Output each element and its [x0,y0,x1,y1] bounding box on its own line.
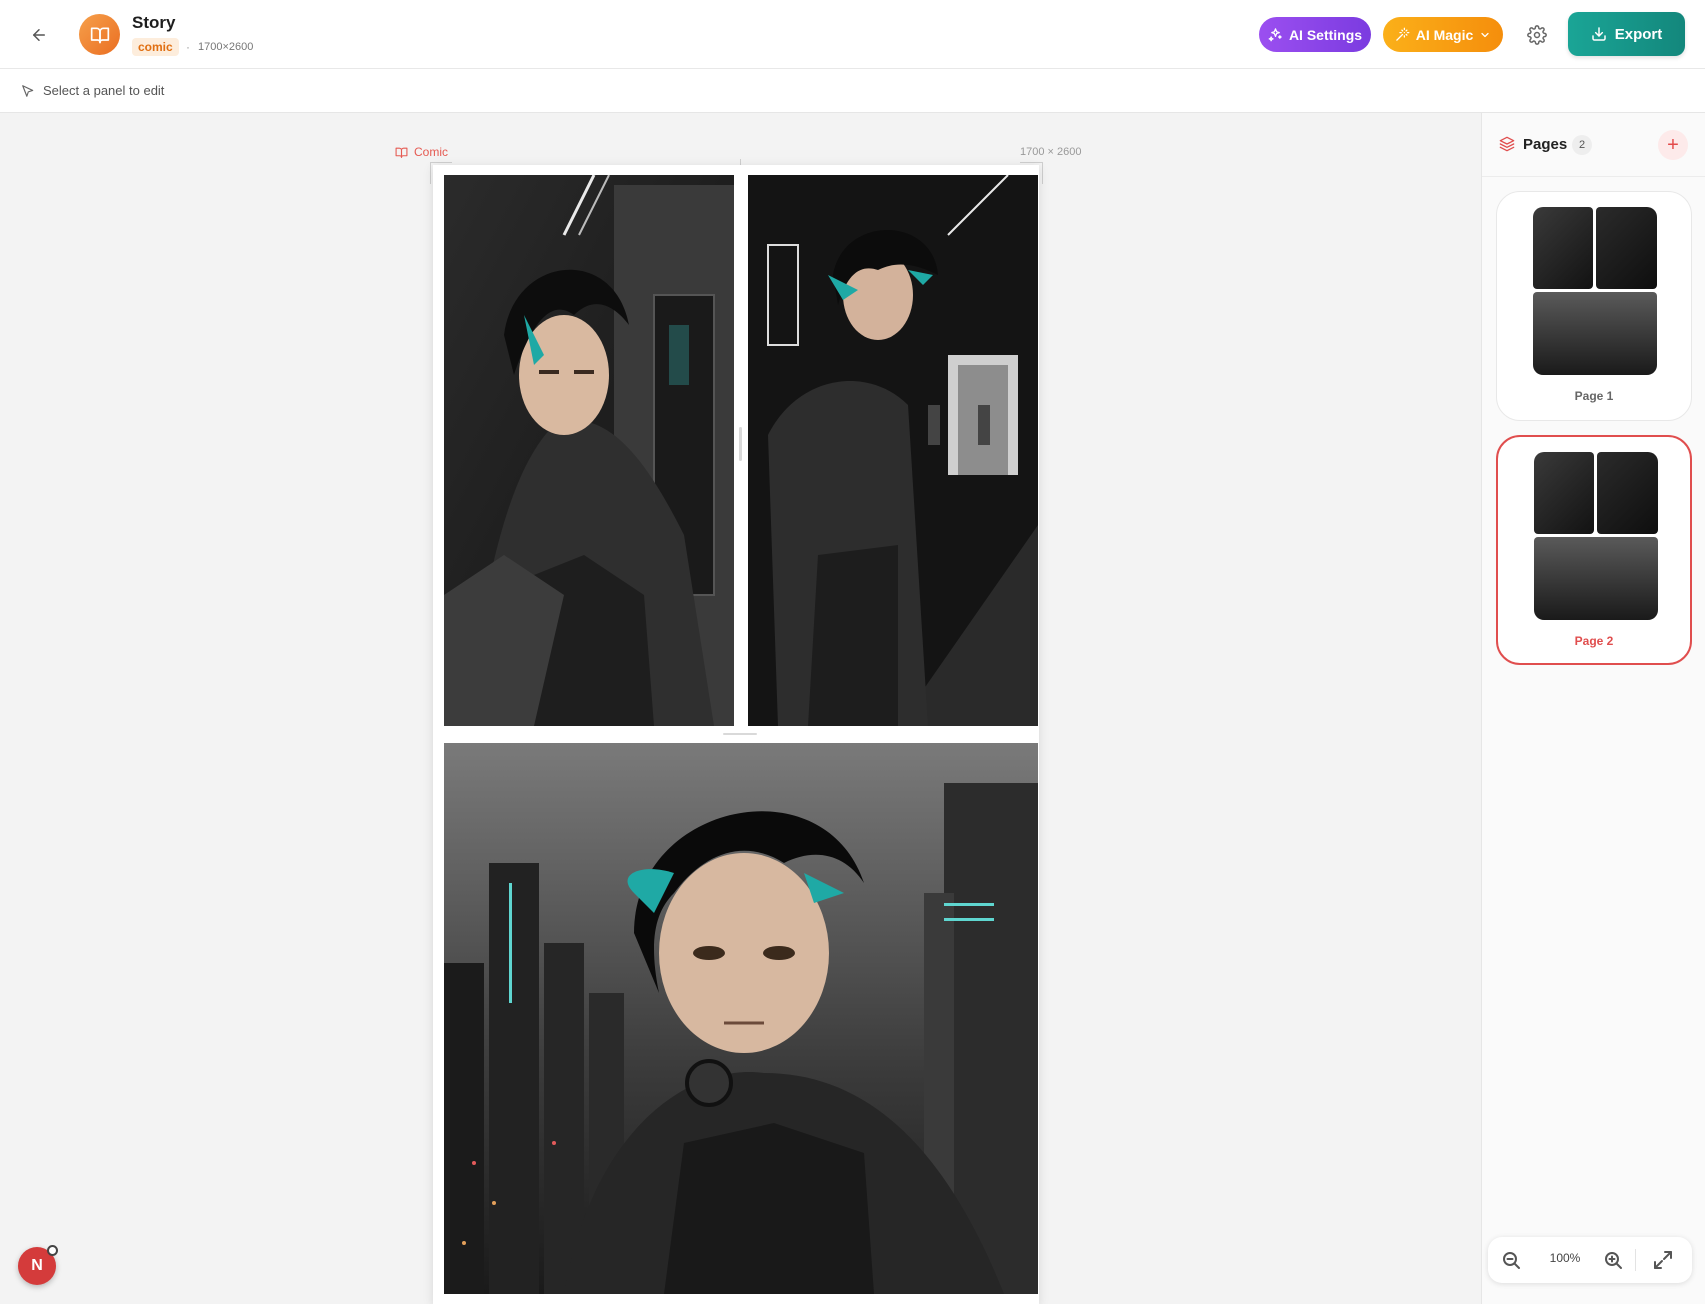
canvas-area[interactable]: Comic 1700 × 2600 [0,113,1481,1304]
zoom-control: 100% [1488,1237,1692,1283]
page-thumbnail-image [1533,207,1657,375]
comic-panel-1[interactable] [444,175,734,726]
thumbnail-panel [1596,207,1657,289]
document-title: Story [132,13,176,32]
top-bar: Story comic · 1700×2600 AI Settings AI M… [0,0,1705,69]
page-thumbnail-image [1534,452,1658,620]
thumbnail-panel [1534,537,1658,620]
toolbar-hint-text: Select a panel to edit [43,83,165,98]
zoom-in-button[interactable] [1601,1248,1625,1272]
crop-mark [430,162,431,184]
meta-separator: · [186,40,190,54]
pages-title: Pages [1523,136,1568,153]
notification-dot [47,1245,58,1256]
sparkles-icon [1268,28,1282,42]
document-type-badge: comic [132,38,179,56]
fullscreen-button[interactable] [1651,1248,1675,1272]
story-logo [79,14,120,55]
book-open-icon [90,27,109,43]
zoom-divider [1635,1249,1636,1271]
panel-artwork [444,743,1038,1294]
user-avatar[interactable]: N [18,1245,58,1285]
download-icon [1592,27,1606,41]
pages-sidebar: Pages 2 + Page 1 Page 2 [1481,113,1705,1304]
ai-magic-dropdown[interactable]: AI Magic [1383,17,1503,52]
zoom-out-button[interactable] [1499,1248,1523,1272]
crop-mark [1020,162,1042,163]
canvas-type-label: Comic [395,145,448,159]
context-toolbar: Select a panel to edit [0,69,1705,113]
magic-wand-icon [1395,27,1410,41]
chevron-down-icon [1481,32,1489,37]
back-button[interactable] [26,22,52,48]
ai-settings-label: AI Settings [1288,26,1363,43]
user-initial: N [31,1257,43,1274]
panel-divider-handle[interactable] [723,733,757,735]
page-label: Page 2 [1574,634,1614,648]
thumbnail-panel [1533,207,1593,289]
thumbnail-panel [1533,292,1657,375]
layers-icon [1499,136,1515,157]
toolbar-hint: Select a panel to edit [21,83,164,98]
comic-panel-2[interactable] [748,175,1038,726]
canvas-size-label: 1700 × 2600 [1020,146,1082,158]
panel-divider-handle[interactable] [739,427,742,461]
page-thumbnail-1[interactable]: Page 1 [1496,191,1692,421]
zoom-in-icon [1605,1252,1622,1269]
gear-icon [1527,25,1547,45]
panel-artwork [444,175,734,726]
comic-page [433,165,1039,1304]
pages-count-badge: 2 [1572,135,1592,155]
add-page-button[interactable]: + [1658,130,1688,160]
page-label: Page 1 [1574,389,1614,403]
zoom-out-icon [1503,1252,1520,1269]
thumbnail-panel [1534,452,1594,534]
canvas-type-text: Comic [414,145,449,159]
zoom-level: 100% [1549,1251,1581,1265]
thumbnail-panel [1597,452,1658,534]
arrow-left-icon [33,29,45,41]
settings-button[interactable] [1522,20,1552,50]
document-dimensions: 1700×2600 [198,41,254,53]
crop-mark [430,162,452,163]
book-open-icon [395,147,408,158]
crop-mark [1042,162,1043,184]
export-label: Export [1614,25,1663,43]
panel-artwork [748,175,1038,726]
ai-magic-label: AI Magic [1415,26,1474,43]
ai-settings-button[interactable]: AI Settings [1259,17,1371,52]
pages-header: Pages 2 + [1482,113,1705,177]
page-thumbnail-2[interactable]: Page 2 [1496,435,1692,665]
export-button[interactable]: Export [1568,12,1685,56]
cursor-pointer-icon [22,84,34,97]
expand-icon [1654,1251,1672,1269]
comic-panel-3[interactable] [444,743,1038,1294]
